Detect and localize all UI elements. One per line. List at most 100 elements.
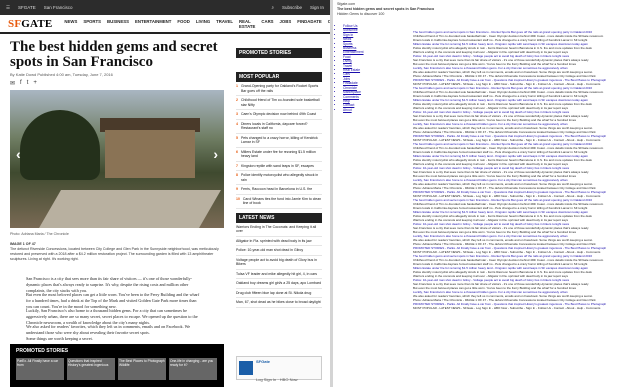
promoted-stories-strip: PROMOTED STORIES ParEx. All Finally have… bbox=[10, 344, 224, 387]
rank-number: 3 bbox=[236, 112, 238, 116]
right-sidebar: PROMOTED STORIES MOST POPULAR 1 Grand-Ope… bbox=[236, 48, 322, 308]
paragraph: We also asked for readers' favorites, wh… bbox=[26, 324, 191, 335]
more-share-icon[interactable]: + bbox=[33, 80, 37, 87]
most-popular-item[interactable]: 8 Police identify motorcyclist who allege… bbox=[236, 171, 322, 185]
promoted-tile[interactable]: Questions that inspired History's greate… bbox=[67, 358, 115, 380]
latest-news-item[interactable]: Man, 67, shot dead as he bikes close to … bbox=[236, 298, 322, 308]
image-description: The defunct Riverside Concessions, locat… bbox=[10, 247, 219, 261]
top-utility-bar: ☰ SFGATE San Francisco ⌕ Subscribe Sign … bbox=[0, 0, 330, 15]
rank-number: 7 bbox=[236, 163, 238, 168]
most-popular-item[interactable]: 9 Ferris, Raccoon head in Barcelona in U.… bbox=[236, 185, 322, 195]
most-popular-item[interactable]: 2 Childhood friend of Tim co-founded sole… bbox=[236, 96, 322, 110]
top-logo[interactable]: SFGATE bbox=[18, 5, 36, 10]
photo-caption: Photo: Adriana Maria / The Chronicle bbox=[10, 232, 69, 236]
most-popular-item[interactable]: 3 Caen's Olympic decision now behind 49th… bbox=[236, 110, 322, 120]
nav-item[interactable]: FINDADATE bbox=[297, 19, 322, 29]
ad-logo-icon bbox=[239, 361, 253, 375]
most-popular-item[interactable]: 10 Carol Winans ties the fund into Jamie … bbox=[236, 195, 322, 209]
latest-news-item[interactable]: Police: 10-year-old man shot dead in Gil… bbox=[236, 246, 322, 256]
raw-subtitle: Hidden Gems to discover 100 bbox=[337, 12, 385, 16]
most-popular-title: Millers Estate under fire for rezoning $… bbox=[240, 149, 316, 159]
promoted-tiles: ParEx. All Finally have a car from Questi… bbox=[10, 358, 224, 380]
raw-text-line: MOST POPULAR - LATEST NEWS - SFGate - Lo… bbox=[413, 306, 601, 310]
raw-link-list: Follow UsSubscribeSign InNewsSportsBusin… bbox=[337, 24, 407, 112]
twitter-share-icon[interactable]: t bbox=[27, 80, 29, 87]
ad-subtitle: Log Sign In · HBO Now bbox=[256, 377, 298, 382]
rank-number: 9 bbox=[236, 187, 238, 191]
chevron-left-icon[interactable]: ‹ bbox=[16, 146, 21, 162]
most-popular-item[interactable]: 6 Millers Estate under fire for rezoning … bbox=[236, 148, 322, 162]
rank-number: 6 bbox=[236, 149, 238, 154]
subscribe-link[interactable]: Subscribe bbox=[282, 5, 302, 10]
email-share-icon[interactable]: ✉ bbox=[10, 80, 15, 87]
nav-item[interactable]: NEWS bbox=[64, 19, 77, 29]
nav-item[interactable]: ENTERTAINMENT bbox=[135, 19, 171, 29]
rank-number: 1 bbox=[236, 84, 238, 88]
ad-title: SFGate bbox=[256, 359, 271, 364]
nav-item[interactable]: TRAVEL bbox=[216, 19, 233, 29]
most-popular-title: Carol Winans ties the fund into Jamie Ki… bbox=[242, 196, 322, 206]
most-popular-title: Pets changed to a crazy horror, killing … bbox=[240, 135, 318, 145]
rank-number: 8 bbox=[236, 173, 238, 177]
section-label[interactable]: San Francisco bbox=[44, 5, 73, 10]
garden-path-shape bbox=[39, 190, 221, 228]
right-text-window: Sfgate.com The best hidden gems and secr… bbox=[333, 0, 644, 387]
nav-item[interactable]: SPORTS bbox=[83, 19, 101, 29]
most-popular-title: Caen's Olympic decision now behind 49th … bbox=[240, 112, 316, 116]
rank-number: 5 bbox=[236, 135, 238, 140]
nav-item[interactable]: CARS bbox=[261, 19, 273, 29]
tree-shape bbox=[20, 110, 100, 180]
latest-news-item[interactable]: Warriors Ending in The Coconuts: and Kee… bbox=[236, 223, 322, 237]
search-icon[interactable]: ⌕ bbox=[271, 5, 274, 10]
latest-news-header: LATEST NEWS bbox=[236, 212, 322, 223]
most-popular-header: MOST POPULAR bbox=[236, 72, 322, 82]
facebook-share-icon[interactable]: f bbox=[20, 80, 22, 87]
nav-item[interactable]: REAL ESTATE bbox=[239, 19, 255, 29]
most-popular-title: Ferris, Raccoon head in Barcelona in U.S… bbox=[240, 187, 313, 191]
nav-item[interactable]: FOOD bbox=[177, 19, 189, 29]
paragraph: Some things are worth keeping a secret. bbox=[26, 336, 93, 341]
most-popular-item[interactable]: 1 Grand-Opening party for Oakland's Rocke… bbox=[236, 82, 322, 96]
house-shape bbox=[105, 130, 195, 178]
promoted-tile[interactable]: The Best Places to Photograph Wildlife bbox=[118, 358, 166, 380]
menu-icon[interactable]: ☰ bbox=[6, 5, 10, 11]
promoted-tile[interactable]: One-life in changing - are you ready for… bbox=[169, 358, 217, 380]
article-title: The best hidden gems and secret spots in… bbox=[10, 39, 218, 70]
promoted-tile[interactable]: ParEx. All Finally have a car from bbox=[16, 358, 64, 380]
latest-news-item[interactable]: Tulsa VF leader and mike allegedly hit g… bbox=[236, 270, 322, 279]
nav-item[interactable]: LIVING bbox=[196, 19, 210, 29]
rank-number: 4 bbox=[236, 121, 238, 126]
rank-number: 10 bbox=[236, 196, 240, 201]
raw-header: Sfgate.com The best hidden gems and secr… bbox=[337, 2, 434, 17]
most-popular-title: Diners locals in California, daycare for… bbox=[240, 121, 308, 131]
most-popular-list: 1 Grand-Opening party for Oakland's Rocke… bbox=[236, 82, 322, 209]
promoted-header: PROMOTED STORIES bbox=[236, 48, 322, 58]
chevron-right-icon[interactable]: › bbox=[213, 146, 218, 162]
main-nav: NEWS SPORTS BUSINESS ENTERTAINMENT FOOD LIVIN… bbox=[64, 19, 330, 29]
most-popular-item[interactable]: 5 Pets changed to a crazy horror, killing… bbox=[236, 134, 322, 148]
nav-item[interactable]: JOBS bbox=[280, 19, 292, 29]
gallery-photo[interactable]: ‹ › bbox=[10, 90, 224, 228]
brand-nav-bar: SFGATE NEWS SPORTS BUSINESS ENTERTAINMENT FO… bbox=[0, 15, 330, 34]
latest-news-item[interactable]: Alligator in Fla. sprinted with dead bod… bbox=[236, 237, 322, 246]
image-credit: IMAGE 1 OF 47 The defunct Riverside Conc… bbox=[10, 242, 224, 262]
most-popular-title: Kingston reptile with sand leaps in SF, … bbox=[240, 163, 314, 168]
left-browser-window: ☰ SFGATE San Francisco ⌕ Subscribe Sign … bbox=[0, 0, 330, 387]
most-popular-title: Grand-Opening party for Oakland's Rocket… bbox=[240, 84, 319, 93]
most-popular-item[interactable]: 4 Diners locals in California, daycare fo… bbox=[236, 120, 322, 134]
most-popular-title: Police identify motorcyclist who alleged… bbox=[240, 173, 319, 182]
nav-item[interactable]: BUSINESS bbox=[107, 19, 129, 29]
most-popular-item[interactable]: 7 Kingston reptile with sand leaps in SF,… bbox=[236, 162, 322, 171]
raw-text-lines: The best hidden gems and secret spots in… bbox=[413, 30, 641, 310]
latest-news-item[interactable]: Voltage people act to avoid big death of… bbox=[236, 256, 322, 270]
sfgate-logo[interactable]: SFGATE bbox=[8, 18, 52, 30]
sidebar-ad[interactable]: SFGate Log Sign In · HBO Now bbox=[236, 356, 322, 382]
latest-news-list: Warriors Ending in The Coconuts: and Kee… bbox=[236, 223, 322, 308]
latest-news-item[interactable]: Drug club fifteen blue lap done at St. N… bbox=[236, 289, 322, 298]
sign-in-link[interactable]: Sign In bbox=[310, 5, 324, 10]
share-bar: ✉ f t + bbox=[10, 80, 37, 87]
nav-item[interactable]: CHRONICLE bbox=[328, 19, 330, 29]
raw-link[interactable]: About bbox=[343, 108, 407, 112]
latest-news-item[interactable]: Oakland boy dreams girl girl/s a 25 days… bbox=[236, 279, 322, 289]
most-popular-title: Childhood friend of Tim co-founded sole … bbox=[240, 98, 320, 107]
